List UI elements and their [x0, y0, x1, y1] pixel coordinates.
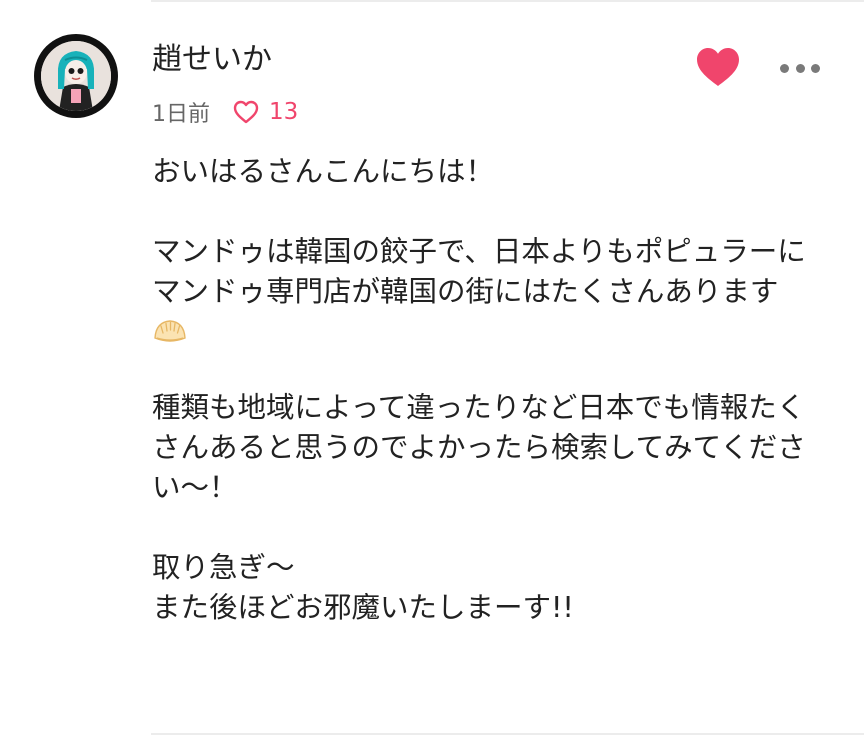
comment-line: 種類も地域によって違ったりなど日本でも情報たく [152, 391, 806, 424]
more-dot [811, 63, 820, 73]
comment-line: 取り急ぎ〜 [152, 551, 295, 584]
username[interactable]: 趙せいか [152, 40, 272, 80]
comment-line: また後ほどお邪魔いたしまーす!! [152, 591, 574, 624]
comment-body: おいはるさんこんにちは！ マンドゥは韓国の餃子で、日本よりもポピュラーに マンド… [152, 152, 842, 628]
heart-outline-icon [232, 99, 260, 125]
comment-line: マンドゥ専門店が韓国の街にはたくさんあります [152, 275, 779, 308]
dumpling-emoji-icon [152, 316, 188, 348]
comment-paragraph: 取り急ぎ〜 また後ほどお邪魔いたしまーす!! [152, 548, 842, 628]
comment-paragraph: 種類も地域によって違ったりなど日本でも情報たく さんあると思うのでよかったら検索… [152, 388, 842, 508]
like-button[interactable] [694, 45, 742, 89]
comment-line: い〜！ [152, 471, 238, 504]
more-dots-icon [780, 63, 789, 73]
comment-line: さんあると思うのでよかったら検索してみてくださ [152, 431, 806, 464]
avatar[interactable] [34, 34, 118, 118]
timestamp: 1日前 [152, 102, 210, 127]
comment-line: マンドゥは韓国の餃子で、日本よりもポピュラーに [152, 235, 806, 268]
comment-paragraph: マンドゥは韓国の餃子で、日本よりもポピュラーに マンドゥ専門店が韓国の街にはたく… [152, 232, 842, 348]
top-divider [151, 0, 864, 2]
bottom-divider [151, 733, 864, 735]
more-dot [795, 63, 805, 73]
more-options-button[interactable] [780, 60, 820, 76]
avatar-illustration-icon [41, 41, 111, 111]
comment-line: おいはるさんこんにちは！ [152, 155, 495, 188]
comment-meta: 1日前 13 [152, 95, 298, 129]
comment-paragraph: おいはるさんこんにちは！ [152, 152, 842, 192]
avatar-image [41, 41, 111, 111]
heart-filled-icon [697, 48, 739, 86]
like-count: 13 [269, 99, 299, 125]
